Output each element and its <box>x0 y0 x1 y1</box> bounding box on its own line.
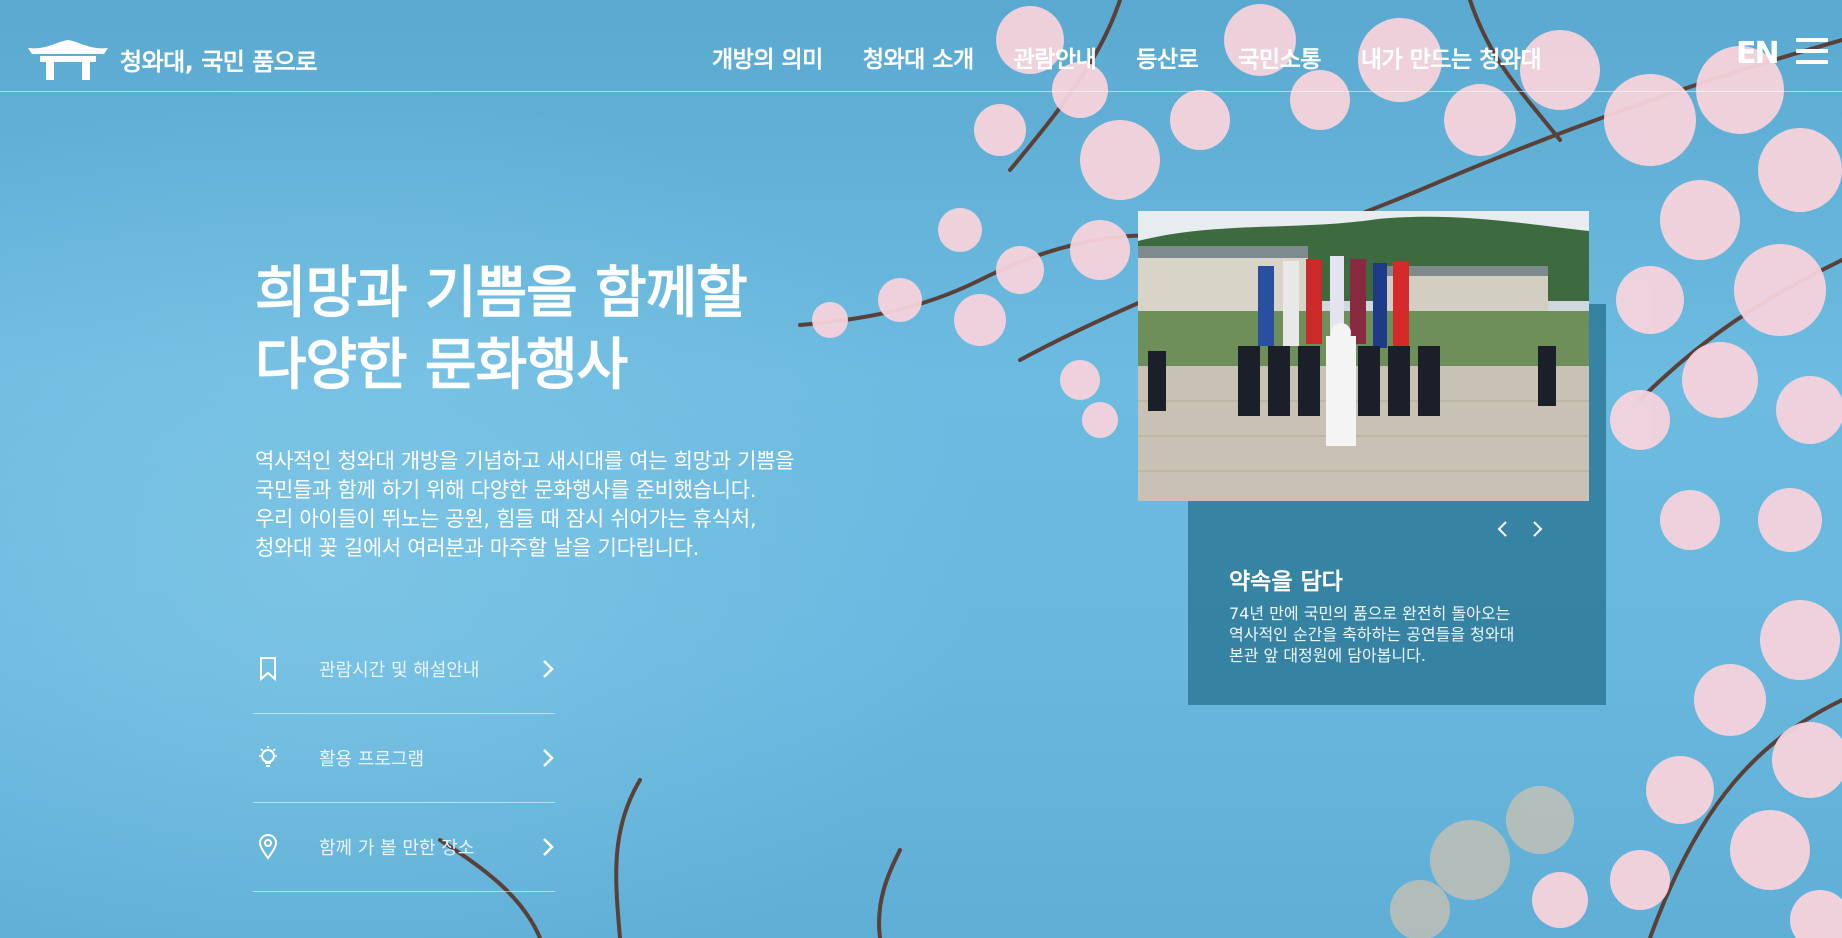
card-title: 약속을 담다 <box>1229 569 1343 595</box>
nav-item-communication[interactable]: 국민소통 <box>1238 40 1321 74</box>
card-desc-line: 74년 만에 국민의 품으로 완전히 돌아오는 <box>1229 604 1511 623</box>
hero-desc-line: 국민들과 함께 하기 위해 다양한 문화행사를 준비했습니다. <box>255 478 757 502</box>
chevron-right-icon <box>543 749 554 767</box>
card-desc-line: 역사적인 순간을 축하하는 공연들을 청와대 <box>1229 625 1515 644</box>
card-description: 74년 만에 국민의 품으로 완전히 돌아오는 역사적인 순간을 축하하는 공연… <box>1229 603 1514 666</box>
hero-title-line: 희망과 기쁨을 함께할 <box>255 261 748 326</box>
quick-link-label: 활용 프로그램 <box>319 749 425 770</box>
hero-desc-line: 우리 아이들이 뛰노는 공원, 힘들 때 잠시 쉬어가는 휴식처, <box>255 507 757 531</box>
site-header: 청와대, 국민 품으로 개방의 의미 청와대 소개 관람안내 등산로 국민소통 … <box>0 0 1842 92</box>
hero-description: 역사적인 청와대 개방을 기념하고 새시대를 여는 희망과 기쁨을 국민들과 함… <box>255 447 794 563</box>
hero-title-line: 다양한 문화행사 <box>255 333 628 398</box>
nav-item-opening-meaning[interactable]: 개방의 의미 <box>712 40 823 74</box>
chevron-left-icon[interactable] <box>1496 520 1510 538</box>
lightbulb-icon <box>259 746 277 767</box>
logo-text: 청와대, 국민 품으로 <box>120 47 317 76</box>
bookmark-icon <box>260 657 276 682</box>
blue-house-roof-icon <box>28 40 108 80</box>
card-desc-line: 본관 앞 대정원에 담아봅니다. <box>1229 646 1426 665</box>
quick-link-programs[interactable]: 활용 프로그램 <box>253 714 555 803</box>
nav-item-visit-info[interactable]: 관람안내 <box>1014 40 1097 74</box>
nav-item-my-bluehouse[interactable]: 내가 만드는 청와대 <box>1361 40 1542 74</box>
map-pin-icon <box>258 834 278 860</box>
quick-link-label: 함께 가 볼 만한 장소 <box>319 838 475 859</box>
nav-item-hiking-trail[interactable]: 등산로 <box>1136 40 1198 74</box>
hero-title: 희망과 기쁨을 함께할 다양한 문화행사 <box>255 258 748 402</box>
event-photo[interactable] <box>1138 211 1589 501</box>
site-logo[interactable]: 청와대, 국민 품으로 <box>26 38 317 80</box>
quick-links: 관람시간 및 해설안내 활용 프로그램 함께 가 볼 만한 장소 <box>253 625 555 892</box>
hero-desc-line: 청와대 꽃 길에서 여러분과 마주할 날을 기다립니다. <box>255 536 700 560</box>
chevron-right-icon <box>543 660 554 678</box>
hamburger-icon[interactable] <box>1796 38 1828 68</box>
quick-link-label: 관람시간 및 해설안내 <box>319 660 480 681</box>
chevron-right-icon[interactable] <box>1530 520 1544 538</box>
chevron-right-icon <box>543 838 554 856</box>
hero-desc-line: 역사적인 청와대 개방을 기념하고 새시대를 여는 희망과 기쁨을 <box>255 449 795 473</box>
nav-item-about[interactable]: 청와대 소개 <box>863 40 974 74</box>
card-pager <box>1496 520 1544 538</box>
language-toggle[interactable]: EN <box>1736 36 1780 71</box>
quick-link-visit-hours[interactable]: 관람시간 및 해설안내 <box>253 625 555 714</box>
main-navigation: 개방의 의미 청와대 소개 관람안내 등산로 국민소통 내가 만드는 청와대 <box>712 40 1581 74</box>
quick-link-places[interactable]: 함께 가 볼 만한 장소 <box>253 803 555 892</box>
